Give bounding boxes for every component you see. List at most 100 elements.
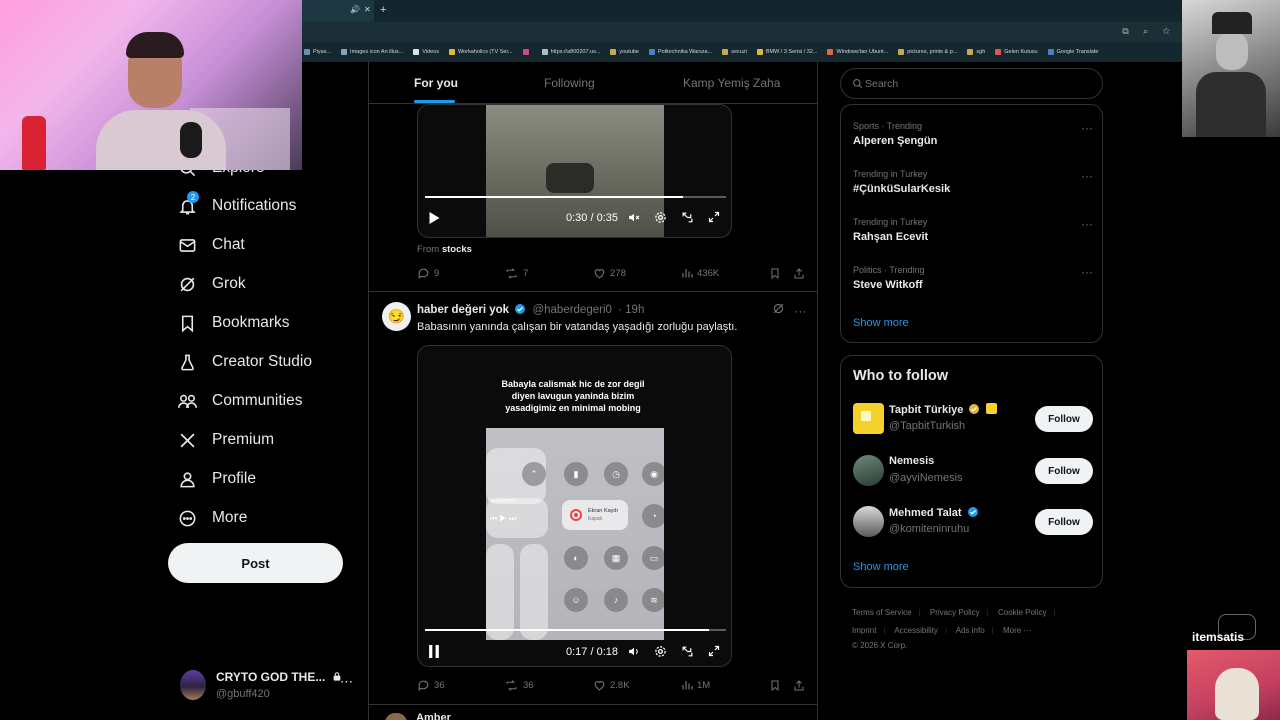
nav-notifications[interactable]: 2 Notifications xyxy=(176,191,296,220)
bookmark-item[interactable]: BMW / 3 Serisi / 32... xyxy=(756,49,817,55)
avatar[interactable] xyxy=(853,506,884,537)
bookmark-item[interactable]: Workaholics (TV Ser... xyxy=(448,49,513,55)
repost-button[interactable]: 36 xyxy=(504,679,534,692)
account-switcher[interactable]: CRYTO GOD THE... @gbuff420 ⋯ xyxy=(180,668,360,704)
share-button[interactable] xyxy=(793,679,809,692)
views-button[interactable]: 1M xyxy=(681,679,710,691)
speaker-icon[interactable]: 🔊 xyxy=(350,5,360,14)
follow-button[interactable]: Follow xyxy=(1035,458,1093,484)
bookmark-item[interactable]: Google Translate xyxy=(1047,49,1099,55)
bookmark-item[interactable]: Images icon An illus... xyxy=(341,49,403,55)
trend-more-icon[interactable]: ··· xyxy=(1081,265,1093,279)
settings-gear-icon[interactable] xyxy=(654,645,667,661)
footer-link-privacy[interactable]: Privacy Policy xyxy=(930,608,980,617)
fullscreen-icon[interactable] xyxy=(708,211,720,226)
tab-following[interactable]: Following xyxy=(544,76,595,90)
tab-kamp-yemis-zaha[interactable]: Kamp Yemiş Zaha xyxy=(683,76,780,90)
footer-link-ads-info[interactable]: Ads info xyxy=(956,626,985,635)
new-tab-icon[interactable]: + xyxy=(380,4,386,16)
tweet2-author-handle[interactable]: @haberdegeri0 xyxy=(532,304,611,316)
footer-link-more[interactable]: More ··· xyxy=(1003,626,1031,635)
tweet2-video[interactable]: Babayla calismak hic de zor degil diyen … xyxy=(417,345,732,667)
mute-icon[interactable] xyxy=(627,211,641,227)
nav-premium[interactable]: Premium xyxy=(176,426,274,454)
nav-profile[interactable]: Profile xyxy=(176,465,256,493)
follow-suggestion[interactable]: Nemesis @ayviNemesis Follow xyxy=(853,455,1093,489)
follow-suggestion[interactable]: Mehmed Talat @komiteninruhu Follow xyxy=(853,506,1093,540)
trend-more-icon[interactable]: ··· xyxy=(1081,169,1093,183)
share-button[interactable] xyxy=(793,267,809,280)
trend-more-icon[interactable]: ··· xyxy=(1081,121,1093,135)
grok-explain-icon[interactable] xyxy=(772,303,788,318)
close-tab-icon[interactable]: ✕ xyxy=(364,5,371,14)
tweet1-video[interactable]: 0:30 / 0:35 xyxy=(417,104,732,238)
fullscreen-icon[interactable] xyxy=(708,645,720,660)
video-progress-bar[interactable] xyxy=(425,196,726,198)
reply-button[interactable]: 9 xyxy=(417,267,439,280)
nav-bookmarks[interactable]: Bookmarks xyxy=(176,309,290,337)
trend-item[interactable]: Politics · Trending Steve Witkoff ··· xyxy=(853,265,1093,301)
tweet2-avatar[interactable]: 😏 xyxy=(382,302,411,331)
video-source-link[interactable]: stocks xyxy=(442,244,472,255)
search-input[interactable] xyxy=(865,69,1085,98)
tweet-more-icon[interactable]: ··· xyxy=(794,304,806,318)
nav-communities[interactable]: Communities xyxy=(176,387,302,415)
footer-link-imprint[interactable]: Imprint xyxy=(852,626,876,635)
repost-button[interactable]: 7 xyxy=(504,267,528,280)
trends-show-more-link[interactable]: Show more xyxy=(853,317,909,329)
browser-tab-active[interactable]: 🔊 ✕ xyxy=(302,0,374,22)
follow-button[interactable]: Follow xyxy=(1035,406,1093,432)
search-box[interactable] xyxy=(840,68,1103,99)
nav-chat[interactable]: Chat xyxy=(176,231,245,259)
browser-toolbar-icons[interactable]: ⧉ ⌕ ☆ xyxy=(1122,26,1176,37)
nav-grok[interactable]: Grok xyxy=(176,270,246,298)
post-button[interactable]: Post xyxy=(168,543,343,583)
bookmark-item[interactable]: Piyas... xyxy=(304,49,331,55)
tweet3-author-name[interactable]: Amber xyxy=(416,712,451,720)
tab-for-you[interactable]: For you xyxy=(414,76,458,90)
views-button[interactable]: 436K xyxy=(681,267,719,279)
bookmark-item[interactable]: https://a800207.us... xyxy=(541,49,600,55)
nav-creator-studio[interactable]: Creator Studio xyxy=(176,348,312,376)
pause-icon[interactable] xyxy=(429,645,440,661)
trend-item[interactable]: Sports · Trending Alperen Şengün ··· xyxy=(853,121,1093,157)
follow-suggestion-name[interactable]: Mehmed Talat xyxy=(889,507,962,519)
trend-item[interactable]: Trending in Turkey Rahşan Ecevit ··· xyxy=(853,217,1093,253)
avatar[interactable] xyxy=(853,403,884,434)
like-button[interactable]: 2.8K xyxy=(593,679,630,692)
tweet2-author-name[interactable]: haber değeri yok xyxy=(417,304,509,316)
tweet3-avatar[interactable] xyxy=(385,713,407,720)
follow-button[interactable]: Follow xyxy=(1035,509,1093,535)
picture-in-picture-icon[interactable] xyxy=(681,645,694,661)
footer-link-cookie[interactable]: Cookie Policy xyxy=(998,608,1046,617)
bookmark-item[interactable]: Videos xyxy=(413,49,439,55)
like-button[interactable]: 278 xyxy=(593,267,626,280)
footer-link-terms[interactable]: Terms of Service xyxy=(852,608,912,617)
follow-suggestion-name[interactable]: Tapbit Türkiye xyxy=(889,404,963,416)
play-icon[interactable] xyxy=(429,212,440,227)
picture-in-picture-icon[interactable] xyxy=(681,211,694,227)
bookmark-item[interactable]: Politechnika Warsza... xyxy=(649,49,712,55)
nav-more[interactable]: More xyxy=(176,504,247,532)
avatar[interactable] xyxy=(853,455,884,486)
footer-link-accessibility[interactable]: Accessibility xyxy=(894,626,938,635)
account-more-icon[interactable]: ⋯ xyxy=(340,674,353,690)
bookmark-item[interactable]: Gelen Kutusu xyxy=(995,49,1038,55)
video-progress-bar[interactable] xyxy=(425,629,726,631)
reply-button[interactable]: 36 xyxy=(417,679,445,692)
bookmark-item[interactable]: secuzi xyxy=(722,49,747,55)
bookmark-button[interactable] xyxy=(769,267,785,280)
tweet2-time[interactable]: 19h xyxy=(625,304,644,316)
bookmark-item[interactable]: pictures, prints & p... xyxy=(898,49,957,55)
bookmark-item[interactable]: Windows'tan Ubunt... xyxy=(827,49,888,55)
bookmark-item[interactable]: youtube xyxy=(610,49,639,55)
bookmark-item[interactable]: sgh xyxy=(967,49,985,55)
trend-more-icon[interactable]: ··· xyxy=(1081,217,1093,231)
settings-gear-icon[interactable] xyxy=(654,211,667,227)
bookmark-button[interactable] xyxy=(769,679,785,692)
volume-icon[interactable] xyxy=(627,645,641,661)
follow-suggestion[interactable]: Tapbit Türkiye @TapbitTurkish Follow xyxy=(853,403,1093,437)
trend-item[interactable]: Trending in Turkey #ÇünküSularKesik ··· xyxy=(853,169,1093,205)
who-to-follow-show-more-link[interactable]: Show more xyxy=(853,561,909,573)
follow-suggestion-name[interactable]: Nemesis xyxy=(889,455,934,467)
